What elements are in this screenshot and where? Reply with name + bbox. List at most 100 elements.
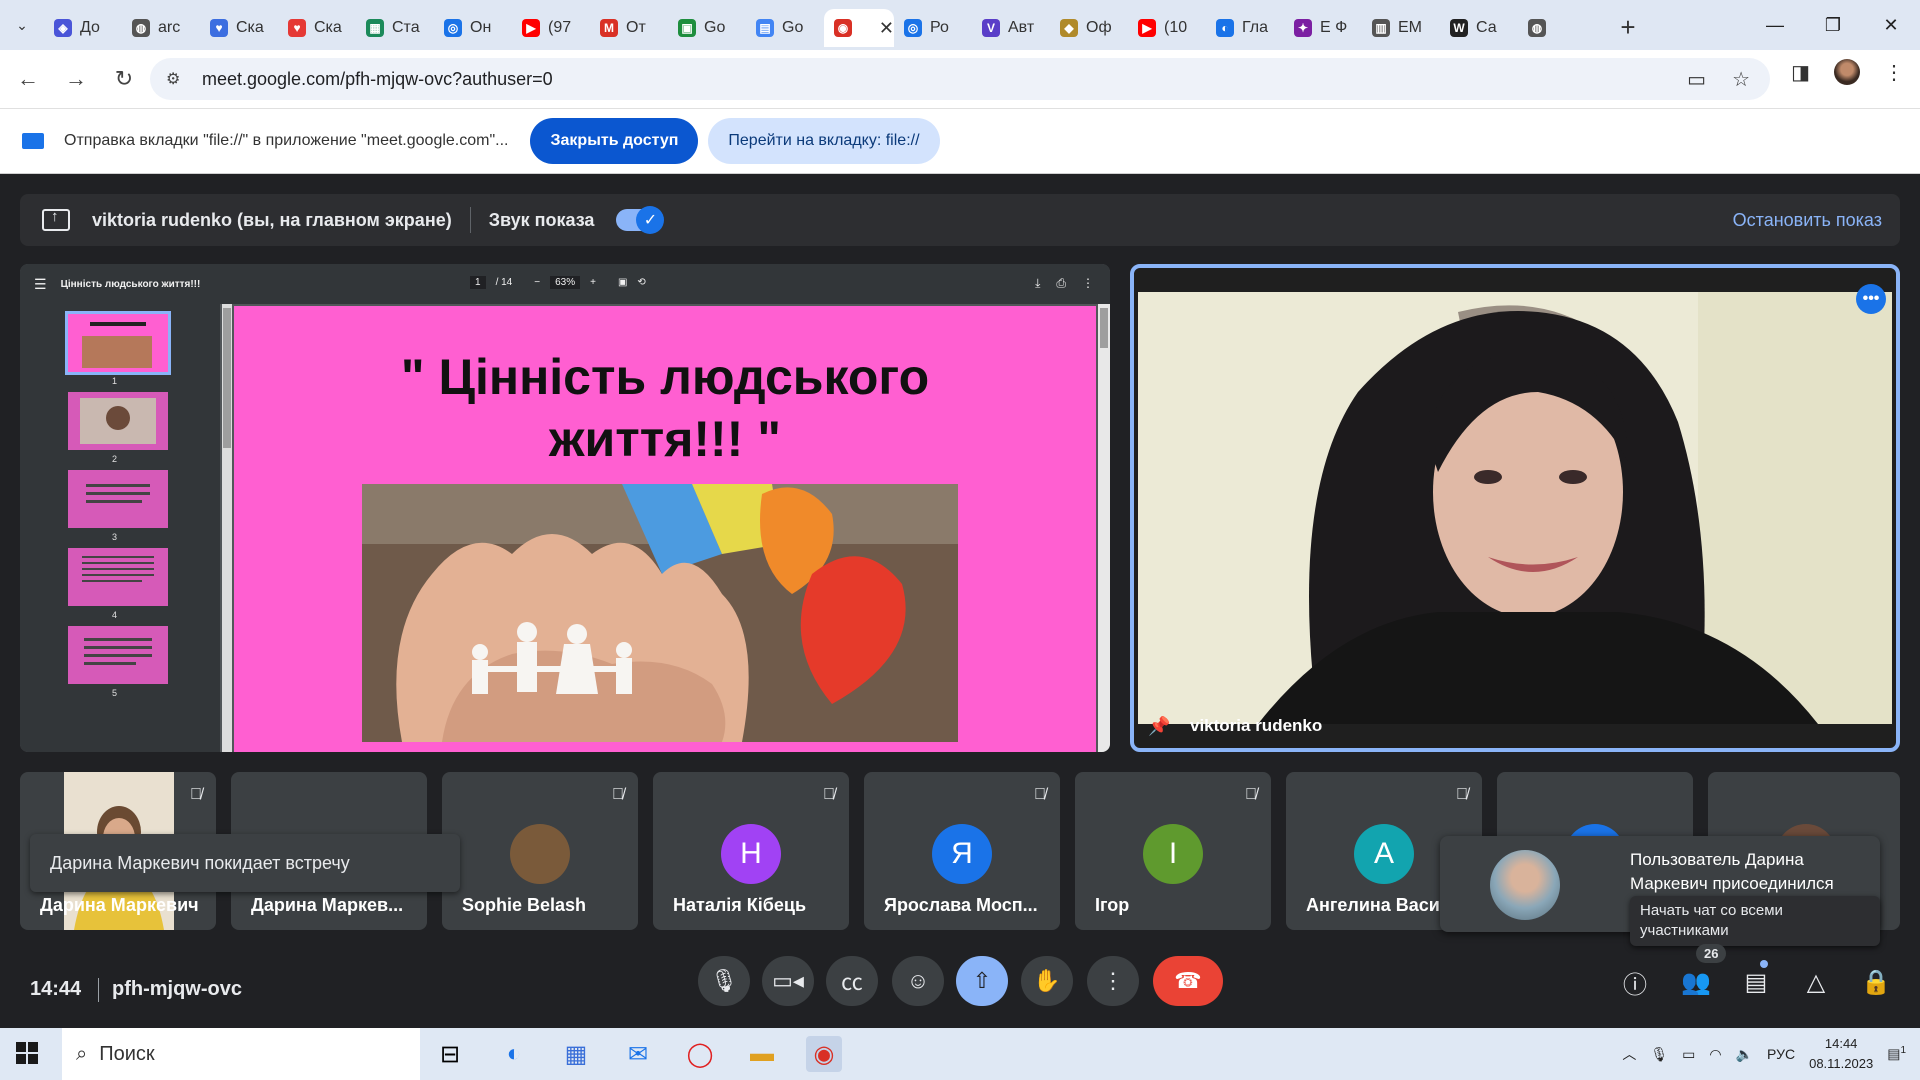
thumbnail-page[interactable] [65, 311, 171, 375]
participant-tile[interactable]: 🎙̸ Sophie Belash [442, 772, 638, 930]
chat-button[interactable]: ▤ [1736, 962, 1776, 1002]
stop-presenting-button[interactable]: Остановить показ [1733, 210, 1882, 231]
close-window-button[interactable]: ✕ [1862, 0, 1920, 50]
browser-tab[interactable]: ◈ До [44, 9, 122, 47]
pin-icon[interactable]: 📌 [1148, 716, 1170, 737]
meeting-info-button[interactable]: ⓘ [1615, 962, 1655, 1002]
wifi-icon[interactable]: ◠ [1709, 1046, 1721, 1063]
participant-tile[interactable]: 🎙̸ І Ігор [1075, 772, 1271, 930]
browser-tab[interactable]: ▦ Ста [356, 9, 434, 47]
active-speaker-tile[interactable]: ••• 📌 viktoria rudenko [1130, 264, 1900, 752]
browser-menu-icon[interactable]: ⋮ [1884, 60, 1904, 85]
browser-tab[interactable]: ◍ arc [122, 9, 200, 47]
rotate-icon[interactable]: ⟲ [637, 277, 645, 288]
stop-access-button[interactable]: Закрыть доступ [530, 118, 699, 164]
participant-tile[interactable]: 🎙̸ Я Ярослава Мосп... [864, 772, 1060, 930]
thumbnail-scrollbar[interactable] [222, 304, 232, 752]
chevron-up-icon[interactable]: ︿ [1622, 1044, 1636, 1064]
scroll-thumb[interactable] [1100, 308, 1108, 348]
camera-in-use-icon[interactable]: ▭ [1687, 67, 1706, 92]
opera-icon[interactable]: ◯ [682, 1036, 718, 1072]
thumbnail-page[interactable] [68, 548, 168, 606]
captions-button[interactable]: ㏄ [826, 956, 878, 1006]
input-language[interactable]: РУС [1767, 1046, 1795, 1062]
task-view-icon[interactable]: ⊟ [432, 1036, 468, 1072]
notification-center-icon[interactable]: ▤1 [1887, 1045, 1906, 1063]
reactions-button[interactable]: ☺ [892, 956, 944, 1006]
camera-button[interactable]: ▭◂ [762, 956, 814, 1006]
present-button[interactable]: ⇧ [956, 956, 1008, 1006]
zoom-in-icon[interactable]: + [590, 277, 596, 288]
url-text[interactable]: meet.google.com/pfh-mjqw-ovc?authuser=0 [202, 69, 553, 90]
browser-tab[interactable]: ◎ Он [434, 9, 512, 47]
back-button[interactable]: ← [8, 59, 48, 99]
print-icon[interactable]: ⎙ [1056, 276, 1066, 291]
forward-button[interactable]: → [56, 59, 96, 99]
mic-in-use-icon[interactable]: 🎙 [1650, 1046, 1668, 1063]
browser-tab[interactable]: ◎ Ро [894, 9, 972, 47]
share-audio-toggle[interactable]: ✓ [616, 206, 665, 234]
browser-tab[interactable]: ▣ Go [668, 9, 746, 47]
volume-icon[interactable]: 🔈 [1736, 1046, 1753, 1063]
store-icon[interactable]: ▦ [558, 1036, 594, 1072]
new-tab-button[interactable]: + [1608, 12, 1648, 43]
raise-hand-button[interactable]: ✋ [1021, 956, 1073, 1006]
browser-tab[interactable]: ♥ Ска [200, 9, 278, 47]
people-button[interactable]: 👥 [1676, 962, 1716, 1002]
browser-tab[interactable]: V Авт [972, 9, 1050, 47]
browser-tab[interactable]: ◍ [1518, 9, 1596, 47]
browser-tab[interactable]: ▶ (97 [512, 9, 590, 47]
file-explorer-icon[interactable]: ▬ [744, 1036, 780, 1072]
more-options-button[interactable]: ⋮ [1087, 956, 1139, 1006]
browser-tab[interactable]: W Са [1440, 9, 1518, 47]
thumbnail-label: 3 [112, 532, 118, 542]
browser-tab[interactable]: ♥ Ска [278, 9, 356, 47]
host-controls-button[interactable]: 🔒 [1856, 962, 1896, 1002]
thumbnail-page[interactable] [68, 392, 168, 450]
participant-tile[interactable]: 🎙̸ Н Наталія Кібець [653, 772, 849, 930]
more-options-icon[interactable]: ⋮ [1082, 276, 1094, 291]
site-info-icon[interactable]: ⚙ [166, 69, 192, 89]
thumbnail-page[interactable] [68, 626, 168, 684]
clock[interactable]: 14:44 08.11.2023 [1809, 1034, 1873, 1074]
browser-tab[interactable]: ▤ Go [746, 9, 824, 47]
browser-tab[interactable]: ▥ ЕМ [1362, 9, 1440, 47]
browser-tab[interactable]: M От [590, 9, 668, 47]
zoom-level[interactable]: 63% [550, 276, 581, 289]
leave-call-button[interactable]: ☎ [1153, 956, 1223, 1006]
bookmark-star-icon[interactable]: ☆ [1732, 67, 1750, 92]
tab-search-button[interactable]: ⌄ [0, 0, 44, 50]
windows-start-button[interactable] [16, 1042, 38, 1064]
address-bar[interactable]: ⚙ meet.google.com/pfh-mjqw-ovc?authuser=… [150, 58, 1770, 100]
scroll-thumb[interactable] [223, 308, 231, 448]
taskbar-search[interactable]: ⌕ Поиск [62, 1028, 420, 1080]
mail-icon[interactable]: ✉ [620, 1036, 656, 1072]
browser-tab[interactable]: ✦ Е Ф [1284, 9, 1362, 47]
go-to-tab-button[interactable]: Перейти на вкладку: file:// [708, 118, 940, 164]
browser-tab[interactable]: ▶ (10 [1128, 9, 1206, 47]
side-panel-icon[interactable]: ◨ [1791, 60, 1810, 85]
chrome-icon[interactable]: ◉ [806, 1036, 842, 1072]
profile-avatar[interactable] [1834, 59, 1860, 85]
browser-tab[interactable]: ◉ ✕ [824, 9, 894, 47]
more-options-button[interactable]: ••• [1856, 284, 1886, 314]
page-number-input[interactable]: 1 [470, 276, 486, 289]
pdf-scrollbar[interactable] [1098, 304, 1110, 752]
edge-icon[interactable]: ◐ [496, 1036, 532, 1072]
menu-icon[interactable]: ☰ [34, 276, 47, 293]
fit-page-icon[interactable]: ▣ [618, 277, 627, 288]
zoom-out-icon[interactable]: − [534, 277, 540, 288]
reload-button[interactable]: ↻ [104, 59, 144, 99]
restore-button[interactable]: ❐ [1804, 0, 1862, 50]
windows-taskbar: ⌕ Поиск ⊟ ◐ ▦ ✉ ◯ ▬ ◉ ︿ 🎙 ▭ ◠ 🔈 РУС 14:4… [0, 1028, 1920, 1080]
browser-tab[interactable]: ◆ Оф [1050, 9, 1128, 47]
microphone-button[interactable]: 🎙 [698, 956, 750, 1006]
close-tab-icon[interactable]: ✕ [879, 18, 894, 39]
activities-button[interactable]: △ [1796, 962, 1836, 1002]
download-icon[interactable]: ⤓ [1035, 276, 1040, 291]
minimize-button[interactable]: — [1746, 0, 1804, 50]
battery-icon[interactable]: ▭ [1682, 1046, 1695, 1063]
thumbnail-page[interactable] [68, 470, 168, 528]
start-chat-button[interactable]: Начать чат со всеми участниками [1630, 896, 1880, 946]
browser-tab[interactable]: ◐ Гла [1206, 9, 1284, 47]
